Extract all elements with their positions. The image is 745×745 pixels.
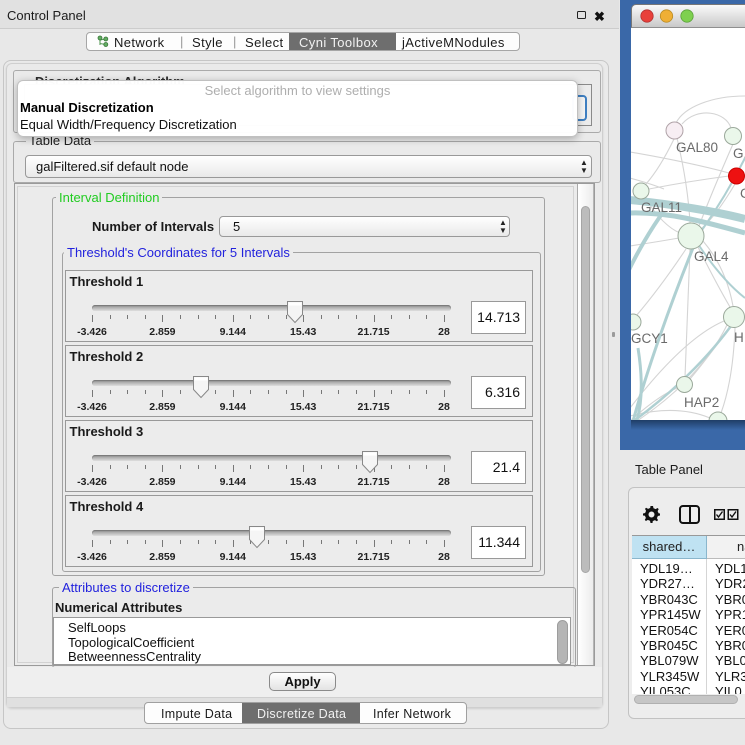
- svg-text:GCY1: GCY1: [631, 331, 668, 346]
- svg-text:G.: G.: [733, 146, 745, 161]
- svg-text:GAL11: GAL11: [641, 200, 682, 215]
- svg-text:GAL80: GAL80: [676, 140, 718, 155]
- svg-text:GAL4: GAL4: [694, 249, 729, 264]
- svg-text:C: C: [740, 186, 745, 201]
- svg-text:HAP2: HAP2: [684, 395, 719, 410]
- svg-text:H: H: [734, 330, 744, 345]
